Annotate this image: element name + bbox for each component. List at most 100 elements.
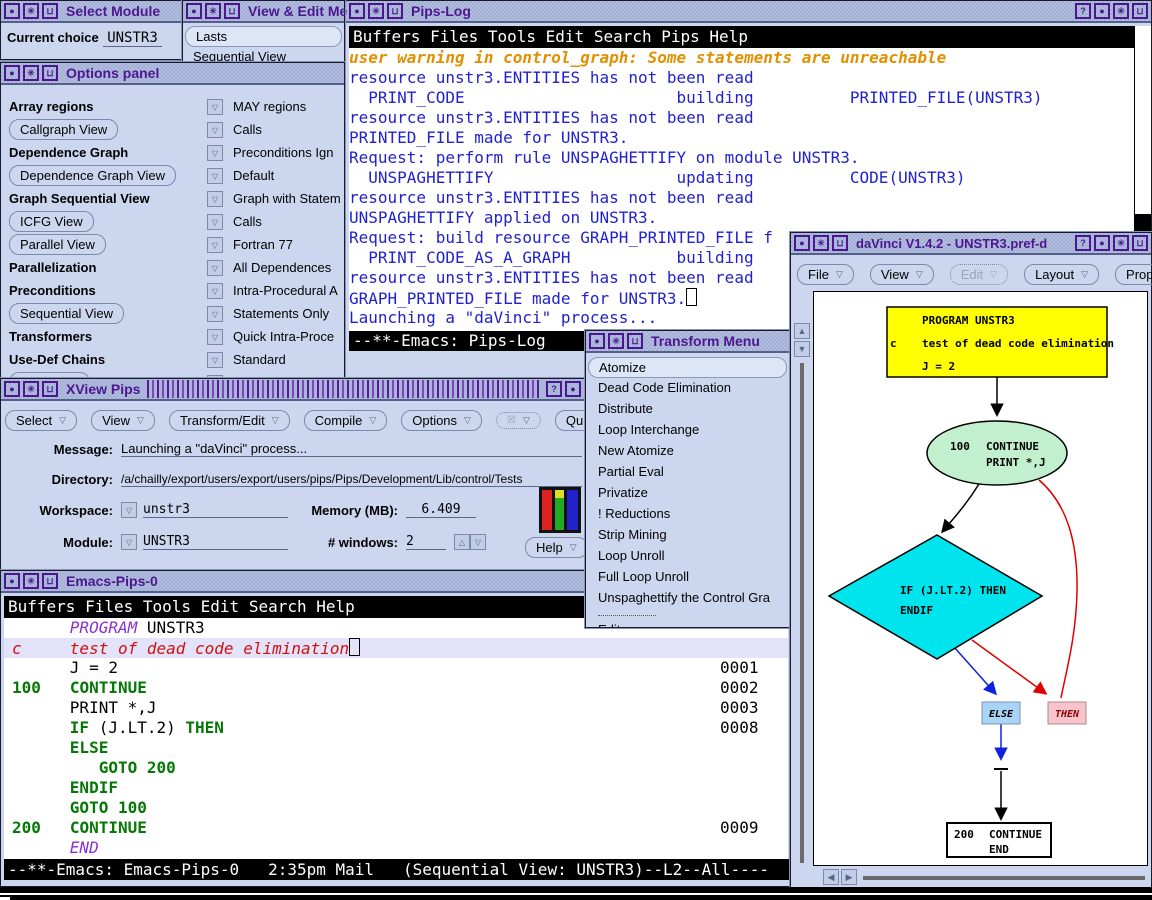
window-menu-icon[interactable]: ● (4, 3, 20, 19)
menu-item[interactable]: New Atomize (588, 441, 787, 462)
option-value[interactable]: Calls (233, 214, 262, 229)
menu-item[interactable]: Privatize (588, 483, 787, 504)
dropdown-icon[interactable]: ▽ (207, 260, 223, 276)
scroll-down-icon[interactable]: ▼ (794, 341, 810, 357)
option-value[interactable]: Calls (233, 122, 262, 137)
properties-menu-button[interactable]: Properties (1115, 264, 1152, 285)
menu-item[interactable]: Full Loop Unroll (588, 567, 787, 588)
menu-item[interactable]: Partial Eval (588, 462, 787, 483)
dropdown-icon[interactable]: ▽ (207, 237, 223, 253)
module-value[interactable]: UNSTR3 (143, 534, 288, 550)
davinci-hscrollbar[interactable]: ◀ ▶ (793, 869, 1149, 887)
num-windows-value[interactable]: 2 (406, 534, 446, 550)
menu-item[interactable]: Distribute (588, 399, 787, 420)
select-menu-button[interactable]: Select▽ (5, 410, 77, 431)
iconify-icon[interactable]: ⊔ (224, 3, 240, 19)
menu-item[interactable]: ! Reductions (588, 504, 787, 525)
dropdown-icon[interactable]: ▽ (207, 145, 223, 161)
option-button[interactable]: Sequential View (9, 303, 124, 324)
dropdown-icon[interactable]: ▽ (207, 214, 223, 230)
maximize-icon[interactable]: ✳ (23, 381, 39, 397)
pips-log-menubar[interactable]: Buffers Files Tools Edit Search Pips Hel… (349, 26, 1138, 48)
option-value[interactable]: Fortran 77 (233, 237, 293, 252)
option-value[interactable]: MAY regions (233, 99, 306, 114)
maximize-icon[interactable]: ✳ (1113, 3, 1129, 19)
iconify-icon[interactable]: ⊔ (627, 333, 643, 349)
maximize-icon[interactable]: ✳ (368, 3, 384, 19)
scroll-left-icon[interactable]: ◀ (823, 869, 839, 885)
workspace-value[interactable]: unstr3 (143, 502, 288, 518)
layout-menu-button[interactable]: Layout▽ (1024, 264, 1099, 285)
option-value[interactable]: Standard (233, 352, 286, 367)
menu-item[interactable]: Dead Code Elimination (588, 378, 787, 399)
directory-value[interactable]: /a/chailly/export/users/export/users/pip… (121, 472, 582, 487)
maximize-icon[interactable]: ✳ (813, 235, 829, 251)
option-value[interactable]: Graph with Statem (233, 191, 341, 206)
option-button[interactable]: Dependence Graph View (9, 165, 176, 186)
window-menu-icon[interactable]: ● (4, 381, 20, 397)
menu-item-lasts[interactable]: Lasts (185, 26, 342, 47)
option-value[interactable]: Statements Only (233, 306, 329, 321)
window-menu-icon[interactable]: ● (565, 381, 581, 397)
iconify-icon[interactable]: ⊔ (42, 3, 58, 19)
option-value[interactable]: Quick Intra-Proce (233, 329, 334, 344)
menu-item[interactable]: Loop Interchange (588, 420, 787, 441)
iconify-icon[interactable]: ⊔ (1132, 235, 1148, 251)
option-value[interactable]: Default (233, 168, 274, 183)
spin-up-icon[interactable]: △ (454, 534, 470, 550)
window-menu-icon[interactable]: ● (349, 3, 365, 19)
dropdown-icon[interactable]: ▽ (207, 329, 223, 345)
option-button[interactable]: ICFG View (9, 211, 94, 232)
maximize-icon[interactable]: ✳ (23, 3, 39, 19)
dropdown-icon[interactable]: ▽ (207, 99, 223, 115)
iconify-icon[interactable]: ⊔ (387, 3, 403, 19)
scrollbar-thumb[interactable] (1135, 214, 1151, 232)
iconify-icon[interactable]: ⊔ (42, 65, 58, 81)
iconify-icon[interactable]: ⊔ (832, 235, 848, 251)
dropdown-icon[interactable]: ▽ (207, 306, 223, 322)
window-menu-icon[interactable]: ● (4, 573, 20, 589)
window-menu-icon[interactable]: ● (1094, 3, 1110, 19)
menu-item[interactable]: Strip Mining (588, 525, 787, 546)
maximize-icon[interactable]: ✳ (23, 65, 39, 81)
view-menu-button[interactable]: View▽ (870, 264, 934, 285)
workspace-dropdown-icon[interactable]: ▽ (121, 502, 137, 518)
help-icon[interactable]: ? (546, 381, 562, 397)
davinci-canvas[interactable]: PROGRAM UNSTR3 c test of dead code elimi… (813, 291, 1148, 866)
spin-down-icon[interactable]: ▽ (470, 534, 486, 550)
window-menu-icon[interactable]: ● (4, 65, 20, 81)
vscroll-track[interactable] (800, 363, 804, 863)
option-button[interactable]: Callgraph View (9, 119, 118, 140)
window-menu-icon[interactable]: ● (1094, 235, 1110, 251)
help-icon[interactable]: ? (1075, 3, 1091, 19)
iconify-icon[interactable]: ⊔ (42, 573, 58, 589)
iconify-icon[interactable]: ⊔ (1132, 3, 1148, 19)
maximize-icon[interactable]: ✳ (1113, 235, 1129, 251)
option-value[interactable]: Preconditions Ign (233, 145, 333, 160)
davinci-vscrollbar[interactable]: ▲ ▼ (793, 291, 812, 866)
module-dropdown-icon[interactable]: ▽ (121, 534, 137, 550)
menu-item[interactable]: Loop Unroll (588, 546, 787, 567)
scroll-right-icon[interactable]: ▶ (841, 869, 857, 885)
help-button[interactable]: Help▽ (525, 537, 588, 558)
hscroll-track[interactable] (863, 876, 1145, 880)
dropdown-icon[interactable]: ▽ (207, 191, 223, 207)
maximize-icon[interactable]: ✳ (608, 333, 624, 349)
continue-node[interactable] (927, 421, 1067, 485)
dropdown-icon[interactable]: ▽ (207, 122, 223, 138)
menu-item-atomize[interactable]: Atomize (588, 357, 787, 378)
maximize-icon[interactable]: ✳ (205, 3, 221, 19)
maximize-icon[interactable]: ✳ (23, 573, 39, 589)
view-menu-button[interactable]: View▽ (91, 410, 155, 431)
option-button[interactable]: Parallel View (9, 234, 106, 255)
dropdown-icon[interactable]: ▽ (207, 168, 223, 184)
window-menu-icon[interactable]: ● (186, 3, 202, 19)
scroll-up-icon[interactable]: ▲ (794, 323, 810, 339)
menu-item[interactable]: Unspaghettify the Control Gra (588, 588, 787, 609)
option-value[interactable]: Intra-Procedural A (233, 283, 338, 298)
compile-menu-button[interactable]: Compile▽ (304, 410, 388, 431)
option-value[interactable]: All Dependences (233, 260, 331, 275)
window-menu-icon[interactable]: ● (589, 333, 605, 349)
if-node[interactable] (829, 535, 1042, 659)
file-menu-button[interactable]: File▽ (797, 264, 854, 285)
